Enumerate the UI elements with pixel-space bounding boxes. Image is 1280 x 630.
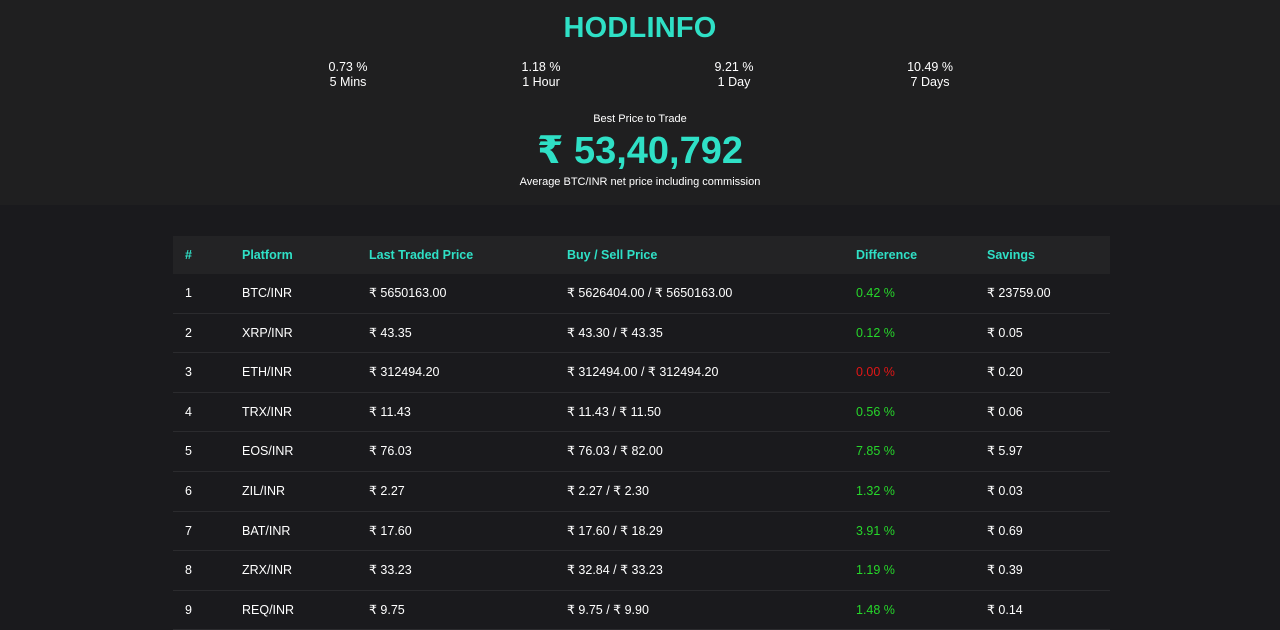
header-panel: HODLINFO 0.73 % 5 Mins 1.18 % 1 Hour 9.2… [0, 0, 1280, 205]
header-platform: Platform [242, 248, 293, 262]
cell-last-traded-price: ₹ 9.75 [369, 602, 405, 617]
table-row: 1 BTC/INR ₹ 5650163.00 ₹ 5626404.00 / ₹ 565… [173, 274, 1110, 314]
header-savings: Savings [987, 248, 1035, 262]
cell-last-traded-price: ₹ 312494.20 [369, 365, 440, 380]
stat-value: 10.49 % [907, 60, 953, 74]
cell-buy-sell-price: ₹ 9.75 / ₹ 9.90 [567, 602, 649, 617]
table-row: 8 ZRX/INR ₹ 33.23 ₹ 32.84 / ₹ 33.23 1.19 % ₹ … [173, 551, 1110, 591]
cell-platform: ZRX/INR [242, 563, 292, 578]
cell-difference: 1.19 % [856, 563, 895, 578]
cell-buy-sell-price: ₹ 76.03 / ₹ 82.00 [567, 444, 663, 459]
cell-difference: 1.32 % [856, 483, 895, 498]
table-row: 4 TRX/INR ₹ 11.43 ₹ 11.43 / ₹ 11.50 0.56 % ₹ … [173, 393, 1110, 433]
cell-platform: XRP/INR [242, 325, 293, 340]
cell-number: 7 [185, 523, 192, 538]
cell-buy-sell-price: ₹ 17.60 / ₹ 18.29 [567, 523, 663, 538]
best-price-label: Best Price to Trade [593, 113, 687, 125]
cell-difference: 0.12 % [856, 325, 895, 340]
cell-last-traded-price: ₹ 5650163.00 [369, 286, 447, 300]
cell-platform: BAT/INR [242, 523, 291, 538]
cell-buy-sell-price: ₹ 2.27 / ₹ 2.30 [567, 483, 649, 498]
cell-savings: ₹ 0.06 [987, 404, 1023, 419]
cell-last-traded-price: ₹ 33.23 [369, 563, 412, 578]
logo[interactable]: HODLINFO [0, 12, 1280, 45]
cell-number: 1 [185, 286, 192, 300]
cell-platform: BTC/INR [242, 286, 292, 300]
cell-number: 2 [185, 325, 192, 340]
table-body: 1 BTC/INR ₹ 5650163.00 ₹ 5626404.00 / ₹ 565… [173, 274, 1110, 630]
stat-period: 5 Mins [329, 75, 367, 89]
cell-platform: ETH/INR [242, 365, 292, 380]
cell-number: 4 [185, 404, 192, 419]
cell-difference: 0.56 % [856, 404, 895, 419]
best-price-value: ₹ 53,40,792 [536, 130, 744, 172]
stat-value: 0.73 % [328, 60, 368, 74]
cell-buy-sell-price: ₹ 11.43 / ₹ 11.50 [567, 404, 661, 419]
table-row: 5 EOS/INR ₹ 76.03 ₹ 76.03 / ₹ 82.00 7.85 % ₹ … [173, 432, 1110, 472]
cell-savings: ₹ 23759.00 [987, 286, 1051, 300]
table-row: 6 ZIL/INR ₹ 2.27 ₹ 2.27 / ₹ 2.30 1.32 % ₹ 0.0… [173, 472, 1110, 512]
cell-difference: 7.85 % [856, 444, 895, 459]
cell-number: 5 [185, 444, 192, 459]
table-row: 9 REQ/INR ₹ 9.75 ₹ 9.75 / ₹ 9.90 1.48 % ₹ 0.1… [173, 591, 1110, 630]
cell-number: 3 [185, 365, 192, 380]
cell-last-traded-price: ₹ 17.60 [369, 523, 412, 538]
cell-platform: ZIL/INR [242, 483, 286, 498]
cell-savings: ₹ 0.03 [987, 483, 1023, 498]
cell-difference: 0.00 % [856, 365, 895, 380]
cell-savings: ₹ 5.97 [987, 444, 1023, 459]
cell-savings: ₹ 0.69 [987, 523, 1023, 538]
cell-savings: ₹ 0.14 [987, 602, 1023, 617]
cell-buy-sell-price: ₹ 5626404.00 / ₹ 5650163.00 [567, 286, 733, 300]
cell-number: 6 [185, 483, 192, 498]
table-row: 2 XRP/INR ₹ 43.35 ₹ 43.30 / ₹ 43.35 0.12 % ₹ … [173, 314, 1110, 354]
cell-last-traded-price: ₹ 11.43 [369, 404, 411, 419]
cell-platform: EOS/INR [242, 444, 294, 459]
stat-value: 9.21 % [714, 60, 754, 74]
header-buy-sell-price: Buy / Sell Price [567, 248, 658, 262]
header-last-traded-price: Last Traded Price [369, 248, 474, 262]
table-row: 7 BAT/INR ₹ 17.60 ₹ 17.60 / ₹ 18.29 3.91 % ₹ … [173, 512, 1110, 552]
cell-difference: 0.42 % [856, 286, 895, 300]
cell-platform: REQ/INR [242, 602, 295, 617]
cell-platform: TRX/INR [242, 404, 292, 419]
cell-difference: 3.91 % [856, 523, 895, 538]
price-table: # Platform Last Traded Price Buy / Sell … [173, 236, 1110, 630]
stat-period: 7 Days [910, 75, 950, 89]
table-header: # Platform Last Traded Price Buy / Sell … [173, 236, 1110, 274]
stat-7-days: 10.49 % 7 Days [870, 60, 990, 90]
cell-number: 9 [185, 602, 192, 617]
header-number: # [185, 248, 192, 262]
cell-buy-sell-price: ₹ 312494.00 / ₹ 312494.20 [567, 365, 719, 380]
stat-period: 1 Hour [522, 75, 560, 89]
stat-5-mins: 0.73 % 5 Mins [288, 60, 408, 90]
cell-last-traded-price: ₹ 2.27 [369, 483, 405, 498]
cell-savings: ₹ 0.05 [987, 325, 1023, 340]
header-difference: Difference [856, 248, 918, 262]
cell-buy-sell-price: ₹ 32.84 / ₹ 33.23 [567, 563, 663, 578]
cell-buy-sell-price: ₹ 43.30 / ₹ 43.35 [567, 325, 663, 340]
stat-period: 1 Day [717, 75, 751, 89]
best-price-note: Average BTC/INR net price including comm… [519, 176, 761, 188]
stat-value: 1.18 % [521, 60, 561, 74]
stat-1-hour: 1.18 % 1 Hour [481, 60, 601, 90]
cell-difference: 1.48 % [856, 602, 895, 617]
stat-1-day: 9.21 % 1 Day [674, 60, 794, 90]
cell-savings: ₹ 0.39 [987, 563, 1023, 578]
cell-number: 8 [185, 563, 192, 578]
table-row: 3 ETH/INR ₹ 312494.20 ₹ 312494.00 / ₹ 31249… [173, 353, 1110, 393]
cell-savings: ₹ 0.20 [987, 365, 1023, 380]
cell-last-traded-price: ₹ 43.35 [369, 325, 412, 340]
cell-last-traded-price: ₹ 76.03 [369, 444, 412, 459]
